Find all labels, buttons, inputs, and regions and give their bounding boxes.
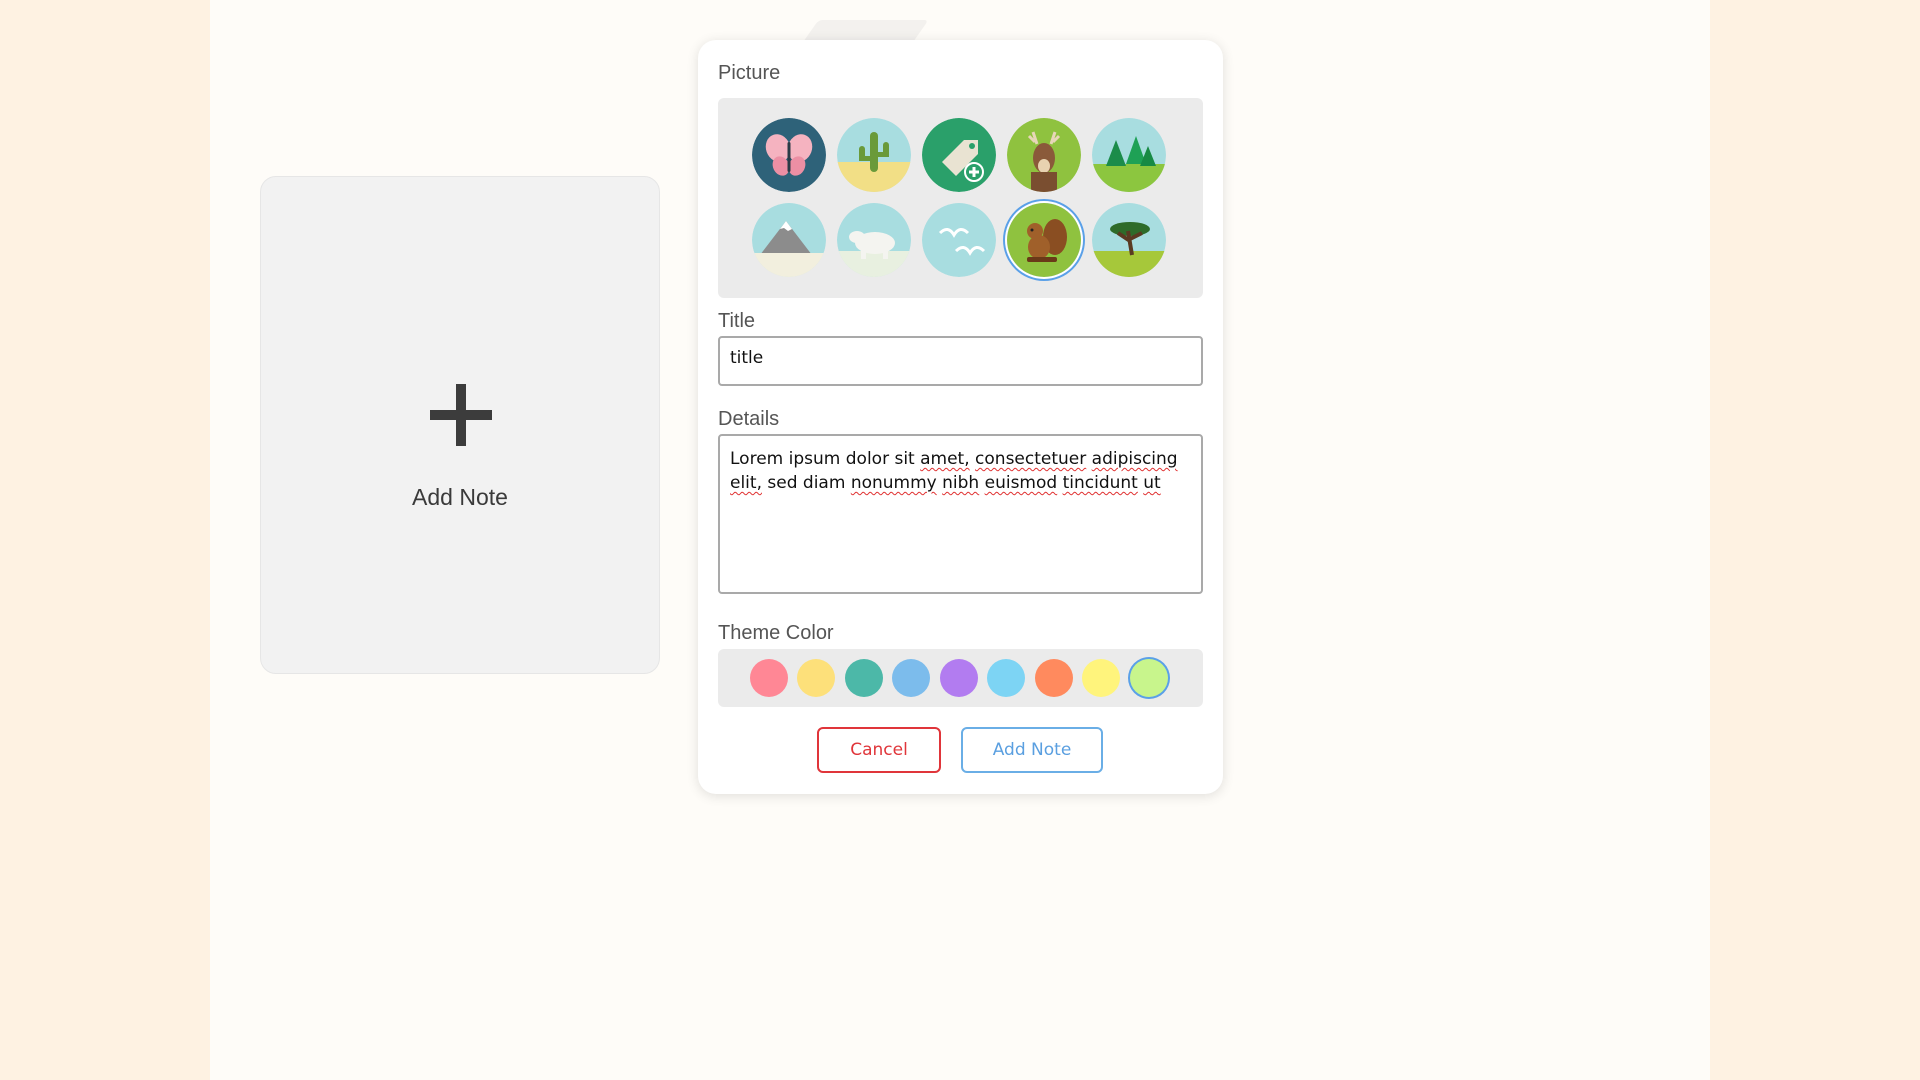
cancel-button[interactable]: Cancel [817, 727, 941, 773]
picture-squirrel-icon[interactable] [1007, 203, 1081, 277]
theme-color-picker [718, 649, 1203, 707]
theme-color-label: Theme Color [718, 622, 834, 644]
add-note-dialog: Picture Title title Details Lorem ipsum … [698, 40, 1223, 794]
details-label: Details [718, 408, 780, 430]
picture-polar-bear-icon[interactable] [837, 203, 911, 277]
theme-swatch-blue[interactable] [892, 659, 930, 697]
title-input[interactable]: title [718, 336, 1203, 386]
theme-swatch-purple[interactable] [940, 659, 978, 697]
picture-tag-add-icon[interactable] [922, 118, 996, 192]
add-note-button[interactable]: Add Note [961, 727, 1103, 773]
theme-swatch-teal[interactable] [845, 659, 883, 697]
theme-swatch-sky[interactable] [987, 659, 1025, 697]
picture-seagulls-icon[interactable] [922, 203, 996, 277]
picture-cactus-icon[interactable] [837, 118, 911, 192]
theme-swatch-lime[interactable] [1130, 659, 1168, 697]
picture-acacia-tree-icon[interactable] [1092, 203, 1166, 277]
details-textarea[interactable]: Lorem ipsum dolor sit amet, consectetuer… [718, 434, 1203, 594]
picture-deer-icon[interactable] [1007, 118, 1081, 192]
picture-pine-trees-icon[interactable] [1092, 118, 1166, 192]
picture-butterfly-icon[interactable] [752, 118, 826, 192]
picture-picker [718, 98, 1203, 298]
add-note-card[interactable]: Add Note [260, 176, 660, 674]
theme-swatch-yellow[interactable] [797, 659, 835, 697]
theme-swatch-lemon[interactable] [1082, 659, 1120, 697]
add-note-label: Add Note [412, 484, 508, 510]
title-label: Title [718, 310, 756, 332]
theme-swatch-orange[interactable] [1035, 659, 1073, 697]
picture-mountain-icon[interactable] [752, 203, 826, 277]
plus-icon [430, 384, 492, 446]
theme-swatch-pink[interactable] [750, 659, 788, 697]
picture-label: Picture [718, 62, 781, 84]
